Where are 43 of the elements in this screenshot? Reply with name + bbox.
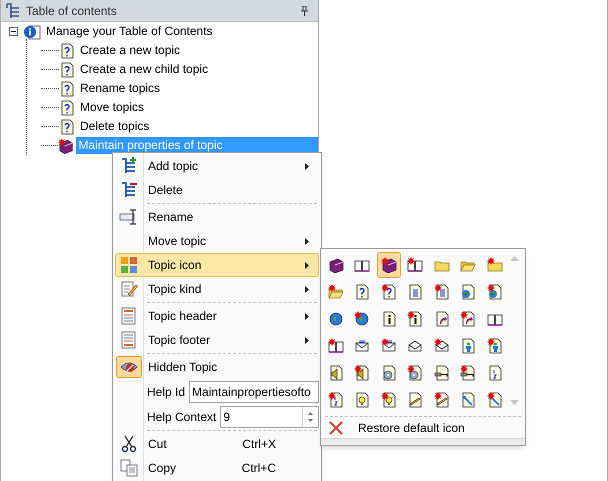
menu-item[interactable]: Topic header [115, 304, 319, 328]
spin-up-icon[interactable] [308, 412, 313, 414]
help-id-field[interactable]: Maintainpropertiesofto [189, 380, 319, 402]
menu-item[interactable]: Topic icon [115, 253, 319, 277]
tree-item[interactable]: Manage your Table of Contents [44, 23, 215, 40]
help-context-spinner[interactable]: 9 [220, 406, 319, 428]
menu-item[interactable]: Topic footer [115, 328, 319, 352]
scissors-icon [120, 435, 138, 453]
menu-item[interactable]: Delete [115, 178, 319, 202]
spin-down-icon[interactable] [308, 418, 313, 422]
icon-option[interactable] [376, 252, 401, 278]
tiles-icon [120, 256, 138, 274]
shortcut-text: Ctrl+X [242, 436, 276, 453]
menu-item[interactable]: Rename [115, 205, 319, 229]
shortcut-text: Ctrl+C [242, 460, 276, 477]
tree-item[interactable]: Rename topics [78, 80, 162, 97]
menu-item[interactable]: Cut Ctrl+X [115, 432, 319, 456]
menu-item[interactable]: Add topic [115, 154, 319, 178]
help-id-label: Help Id [147, 384, 186, 400]
tree-item[interactable]: Delete topics [78, 118, 152, 135]
minus-icon [11, 29, 16, 34]
help-context-label: Help Context [147, 408, 216, 426]
tree-item[interactable]: Move topics [78, 99, 146, 116]
panel-title: Table of contents [26, 2, 117, 20]
close-icon [329, 421, 343, 436]
pin-icon[interactable] [301, 6, 308, 16]
page-footer-icon [120, 331, 138, 349]
menu-item[interactable]: Move topic [115, 229, 319, 253]
rename-icon [119, 208, 139, 226]
delete-topic-icon [120, 181, 138, 199]
menu-item[interactable]: Copy Ctrl+C [115, 456, 319, 480]
restore-default-icon-button[interactable]: Restore default icon [321, 418, 525, 438]
menu-item[interactable]: Hidden Topic [115, 355, 319, 379]
page-header-icon [120, 307, 138, 325]
copy-icon [120, 459, 138, 477]
collapse-toggle[interactable] [9, 27, 18, 36]
resize-grip-bar[interactable] [321, 438, 525, 445]
menu-item[interactable]: Topic kind [115, 277, 319, 301]
add-topic-icon [120, 157, 138, 175]
tree-item[interactable]: Create a new child topic [78, 61, 210, 78]
toc-icon [5, 2, 21, 18]
tree-item[interactable]: Create a new topic [78, 42, 182, 59]
edit-icon [120, 280, 138, 298]
